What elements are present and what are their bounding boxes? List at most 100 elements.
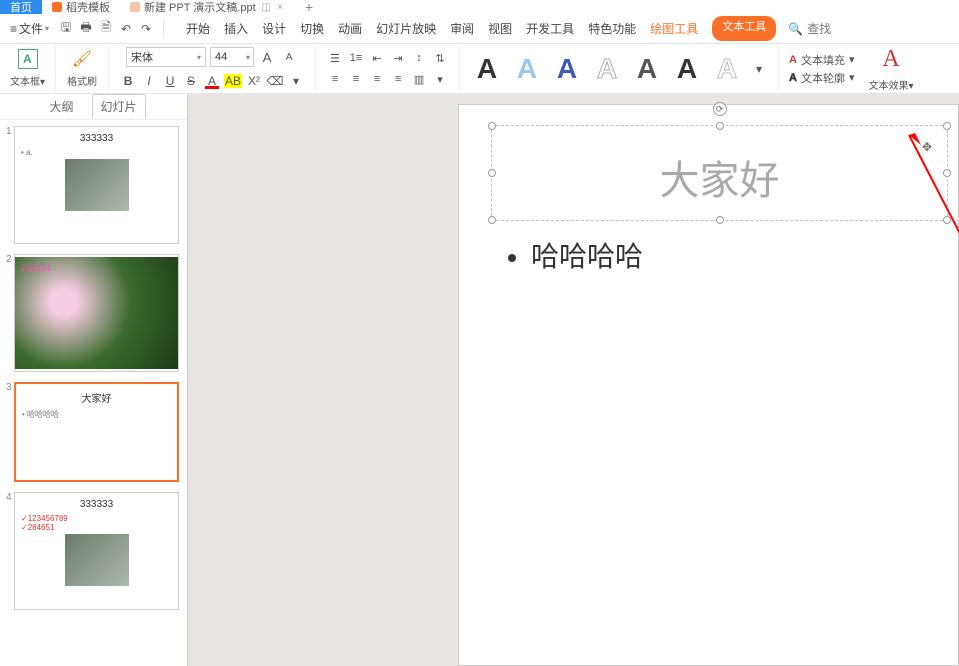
tab-design[interactable]: 设计 [262, 16, 286, 41]
resize-handle-tr[interactable] [943, 122, 951, 130]
align-center-button[interactable]: ≡ [347, 70, 365, 88]
strike-button[interactable]: S [182, 72, 200, 90]
indent-dec-button[interactable]: ⇤ [368, 49, 386, 67]
thumb-number: 4 [6, 492, 12, 503]
bullet-item[interactable]: 哈哈哈哈 [531, 235, 938, 275]
thumbnail-1[interactable]: 1 333333 • a. [8, 126, 179, 244]
formatpainter-label: 格式刷 [67, 73, 97, 88]
resize-handle-tc[interactable] [716, 122, 724, 130]
document-tab-bar: 首页 稻壳模板 新建 PPT 演示文稿.ppt ◫ × + [0, 0, 959, 14]
thumb-overlay-text: 222224 [21, 263, 51, 273]
wordart-more-button[interactable]: ▾ [750, 60, 768, 78]
numbering-button[interactable]: 1≡ [347, 49, 365, 67]
text-outline-button[interactable]: A文本轮廓▾ [789, 70, 854, 86]
textdir-button[interactable]: ⇅ [431, 49, 449, 67]
tab-home[interactable]: 首页 [0, 0, 42, 14]
indent-inc-button[interactable]: ⇥ [389, 49, 407, 67]
preview-button[interactable]: 🗎 [99, 22, 113, 36]
wordart-style-5[interactable]: A [630, 53, 664, 85]
columns-button[interactable]: ▥ [410, 70, 428, 88]
tab-drawtools[interactable]: 绘图工具 [650, 16, 698, 41]
align-justify-button[interactable]: ≡ [389, 70, 407, 88]
panel-tab-slides[interactable]: 幻灯片 [92, 94, 146, 119]
tab-texttools[interactable]: 文本工具 [712, 16, 776, 41]
font-color-button[interactable]: A [203, 72, 221, 90]
canvas-area[interactable]: ⟳ ✥ 大家好 哈哈哈哈 [188, 94, 959, 666]
tab-start[interactable]: 开始 [186, 16, 210, 41]
rotate-handle[interactable]: ⟳ [713, 102, 727, 116]
group-textbox[interactable]: A 文本框▾ [6, 46, 49, 91]
thumbnail-list[interactable]: 1 333333 • a. 2 222224 3 大家好 [0, 120, 187, 666]
resize-handle-bc[interactable] [716, 216, 724, 224]
tab-add-button[interactable]: + [305, 0, 313, 15]
font-size-select[interactable]: 44▾ [210, 47, 254, 67]
underline-button[interactable]: U [161, 72, 179, 90]
tab-pin-icon[interactable]: ◫ [262, 2, 271, 13]
clearformat-button[interactable]: ⌫ [266, 72, 284, 90]
align-left-button[interactable]: ≡ [326, 70, 344, 88]
undo-button[interactable]: ↶ [119, 22, 133, 36]
search-box[interactable]: 🔍 [788, 22, 847, 36]
tab-newfile[interactable]: 新建 PPT 演示文稿.ppt ◫ × [120, 0, 293, 14]
tab-view[interactable]: 视图 [488, 16, 512, 41]
ribbon-sep [778, 46, 779, 91]
menu-icon: ≡ [10, 22, 17, 36]
bullets-button[interactable]: ☰ [326, 49, 344, 67]
thumbnail-3[interactable]: 3 大家好 • 哈哈哈哈 [8, 382, 179, 482]
more-font-button[interactable]: ▾ [287, 72, 305, 90]
resize-handle-br[interactable] [943, 216, 951, 224]
main-toolbar: ≡ 文件 ▾ 🖫 🖶 🗎 ↶ ↷ 开始 插入 设计 切换 动画 幻灯片放映 审阅… [0, 14, 959, 44]
print-button[interactable]: 🖶 [79, 22, 93, 36]
slide-title-text[interactable]: 大家好 [492, 126, 947, 206]
increase-font-button[interactable]: A [258, 48, 276, 66]
body-textbox[interactable]: 哈哈哈哈 [491, 235, 938, 275]
tab-review[interactable]: 审阅 [450, 16, 474, 41]
tab-slideshow[interactable]: 幻灯片放映 [376, 16, 436, 41]
resize-handle-ml[interactable] [488, 169, 496, 177]
thumb-bullet: • a. [21, 148, 172, 157]
font-family-select[interactable]: 宋体▾ [126, 47, 206, 67]
align-right-button[interactable]: ≡ [368, 70, 386, 88]
tab-developer[interactable]: 开发工具 [526, 16, 574, 41]
panel-tabs: 大纲 幻灯片 [0, 94, 187, 120]
linespacing-button[interactable]: ↕ [410, 49, 428, 67]
superscript-button[interactable]: X² [245, 72, 263, 90]
thumbnail-2[interactable]: 2 222224 [8, 254, 179, 372]
tab-insert[interactable]: 插入 [224, 16, 248, 41]
wordart-style-3[interactable]: A [550, 53, 584, 85]
search-input[interactable] [807, 22, 847, 36]
ppt-icon [130, 2, 140, 12]
thumb-title: 333333 [21, 133, 172, 144]
tab-close-icon[interactable]: × [277, 2, 283, 13]
wordart-style-6[interactable]: A [670, 53, 704, 85]
tab-docktpl[interactable]: 稻壳模板 [42, 0, 120, 14]
thumbnail-4[interactable]: 4 333333 ✓123456789 ✓284651 [8, 492, 179, 610]
thumb-bullet: • 哈哈哈哈 [22, 409, 171, 420]
group-font: 宋体▾ 44▾ A A B I U S A AB X² ⌫ ▾ [115, 46, 309, 91]
wordart-style-1[interactable]: A [470, 53, 504, 85]
wordart-style-2[interactable]: A [510, 53, 544, 85]
panel-tab-outline[interactable]: 大纲 [41, 95, 81, 118]
text-effects-button[interactable]: A 文本效果▾ [865, 46, 918, 91]
save-button[interactable]: 🖫 [59, 22, 73, 36]
para-more-button[interactable]: ▾ [431, 70, 449, 88]
resize-handle-bl[interactable] [488, 216, 496, 224]
redo-button[interactable]: ↷ [139, 22, 153, 36]
group-text-effects: A文本填充▾ A文本轮廓▾ [785, 46, 858, 91]
italic-button[interactable]: I [140, 72, 158, 90]
tab-transition[interactable]: 切换 [300, 16, 324, 41]
slide-canvas[interactable]: ⟳ ✥ 大家好 哈哈哈哈 [458, 104, 959, 666]
title-textbox[interactable]: ⟳ ✥ 大家好 [491, 125, 948, 221]
menu-button[interactable]: ≡ 文件 ▾ [6, 17, 53, 40]
wordart-style-4[interactable]: A [590, 53, 624, 85]
wordart-style-7[interactable]: A [710, 53, 744, 85]
tab-special[interactable]: 特色功能 [588, 16, 636, 41]
resize-handle-tl[interactable] [488, 122, 496, 130]
text-fill-button[interactable]: A文本填充▾ [789, 52, 854, 68]
group-formatpainter[interactable]: 🖌 格式刷 [62, 46, 102, 91]
highlight-button[interactable]: AB [224, 72, 242, 90]
decrease-font-button[interactable]: A [280, 48, 298, 66]
resize-handle-mr[interactable] [943, 169, 951, 177]
tab-animation[interactable]: 动画 [338, 16, 362, 41]
bold-button[interactable]: B [119, 72, 137, 90]
